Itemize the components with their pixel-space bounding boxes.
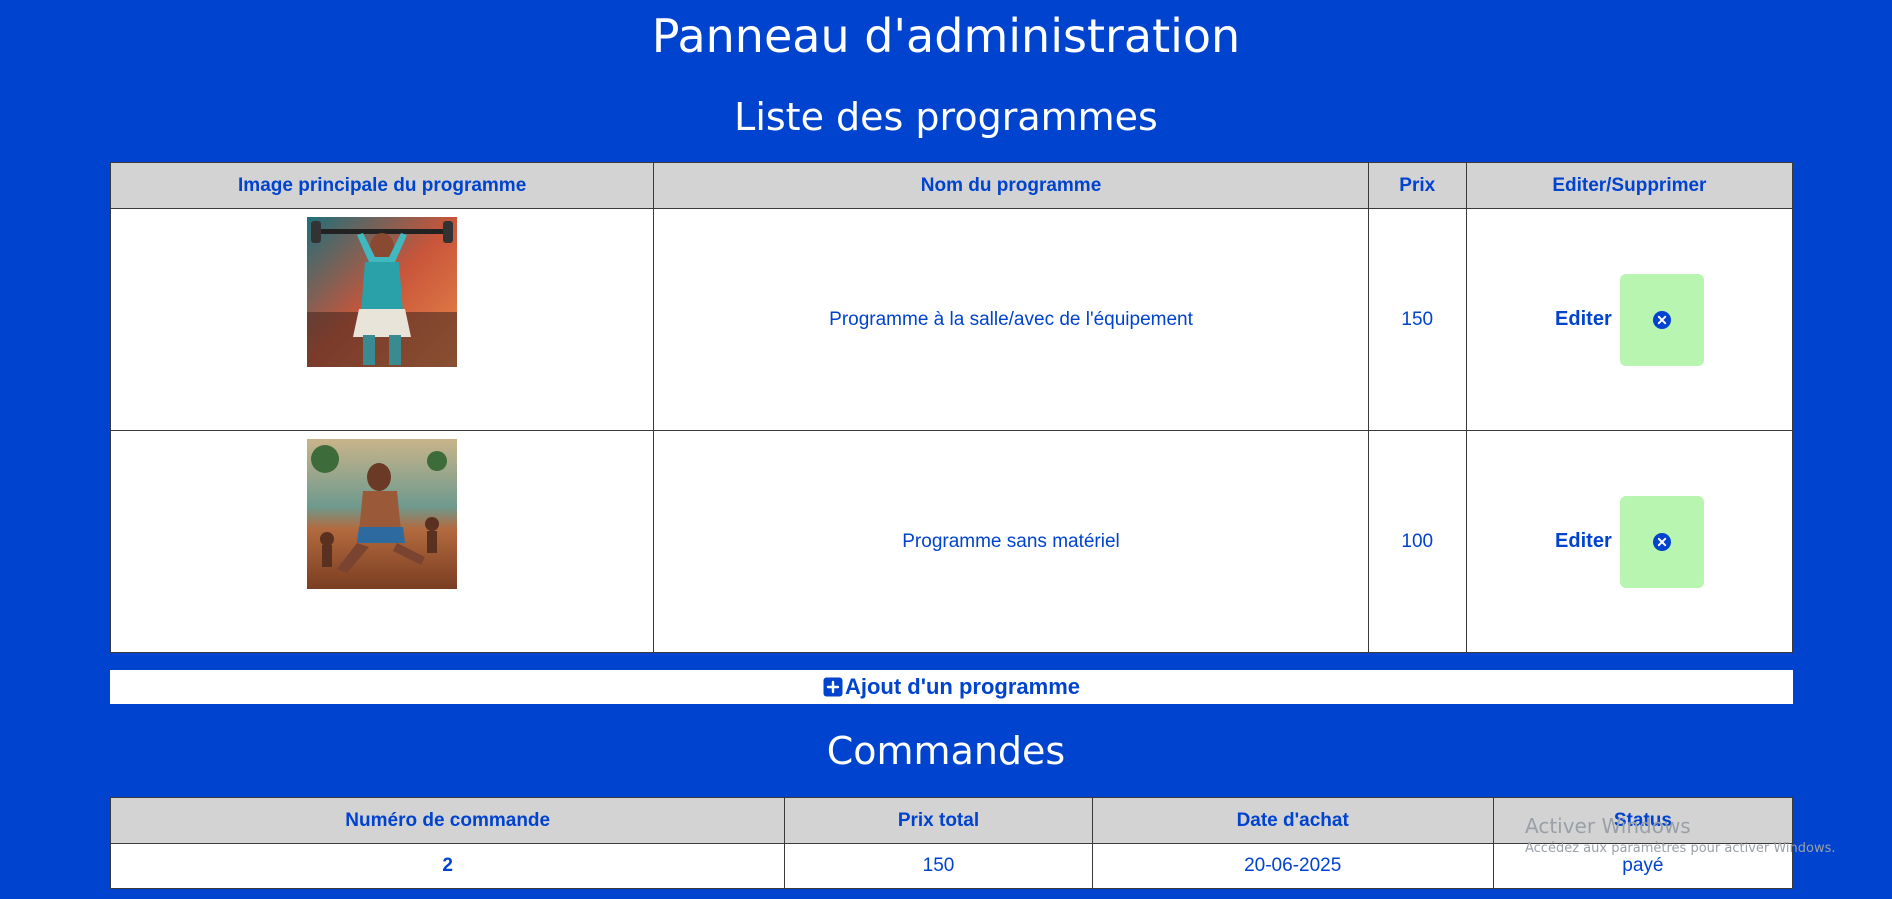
delete-program-button[interactable] [1619, 495, 1704, 588]
column-header-actions: Editer/Supprimer [1465, 162, 1794, 209]
program-name-cell: Programme à la salle/avec de l'équipemen… [653, 208, 1369, 431]
column-header-price: Prix [1367, 162, 1467, 209]
programs-table: Image principale du programme Nom du pro… [109, 162, 1794, 653]
column-header-image: Image principale du programme [109, 162, 655, 209]
orders-section-title: Commandes [826, 729, 1066, 773]
program-actions-cell: Editer [1465, 430, 1794, 653]
close-circle-icon [1652, 532, 1671, 551]
add-program-label: Ajout d'un programme [844, 674, 1080, 699]
edit-program-link[interactable]: Editer [1555, 530, 1612, 553]
order-date-cell: 20-06-2025 [1091, 843, 1494, 889]
edit-program-link[interactable]: Editer [1555, 308, 1612, 331]
program-image-gym [307, 217, 458, 367]
program-image-outdoor [307, 439, 458, 589]
program-price-cell: 100 [1367, 430, 1467, 653]
order-status-cell: payé [1492, 843, 1794, 889]
orders-header-row: Numéro de commande Prix total Date d'ach… [109, 797, 1794, 844]
column-header-purchase-date: Date d'achat [1091, 797, 1494, 844]
programs-header-row: Image principale du programme Nom du pro… [109, 162, 1794, 209]
close-circle-icon [1652, 310, 1671, 329]
plus-square-icon [823, 677, 843, 697]
column-header-total-price: Prix total [784, 797, 1093, 844]
column-header-order-number: Numéro de commande [109, 797, 786, 844]
program-image-cell [109, 208, 655, 431]
program-price-cell: 150 [1367, 208, 1467, 431]
programs-section-title: Liste des programmes [734, 95, 1158, 139]
program-row: Programme à la salle/avec de l'équipemen… [109, 208, 1794, 431]
order-number-cell: 2 [109, 843, 786, 889]
program-name-cell: Programme sans matériel [653, 430, 1369, 653]
order-total-cell: 150 [784, 843, 1093, 889]
orders-table: Numéro de commande Prix total Date d'ach… [109, 797, 1794, 889]
add-program-button[interactable]: Ajout d'un programme [110, 670, 1793, 704]
program-row: Programme sans matériel 100 Editer [109, 430, 1794, 653]
delete-program-button[interactable] [1619, 273, 1704, 366]
column-header-name: Nom du programme [653, 162, 1369, 209]
order-row: 2 150 20-06-2025 payé [109, 843, 1794, 889]
program-image-cell [109, 430, 655, 653]
column-header-status: Status [1492, 797, 1794, 844]
page-title: Panneau d'administration [651, 9, 1241, 63]
program-actions-cell: Editer [1465, 208, 1794, 431]
